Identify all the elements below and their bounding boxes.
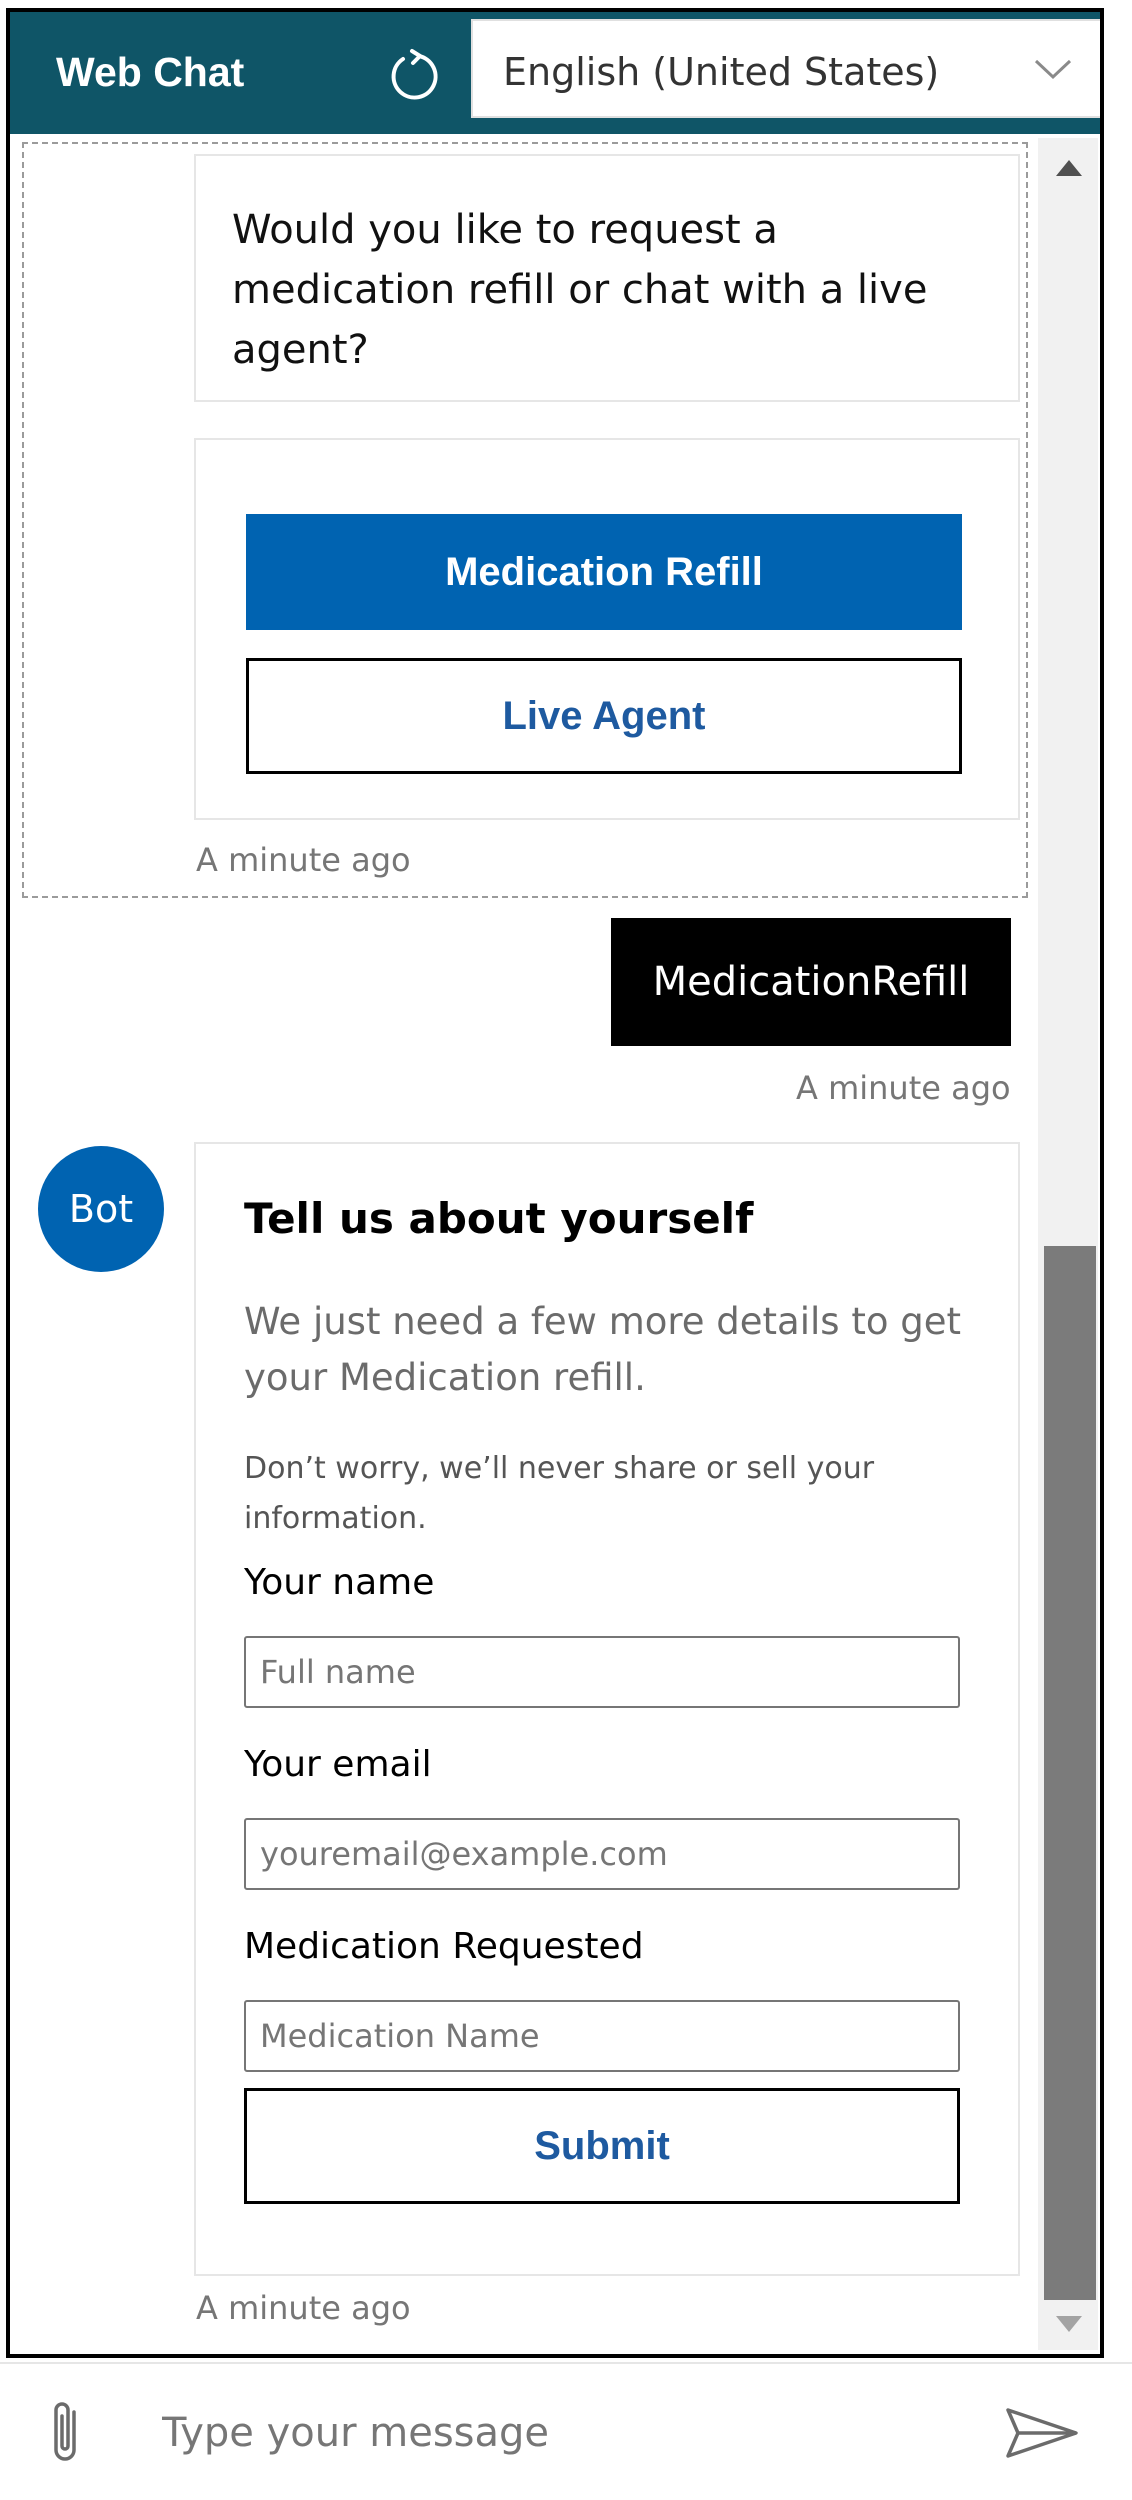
send-box: [0, 2362, 1132, 2500]
chat-frame-border: [6, 8, 1104, 2358]
message-input[interactable]: [160, 2390, 984, 2476]
paperclip-icon[interactable]: [46, 2398, 86, 2468]
send-icon[interactable]: [1004, 2406, 1080, 2460]
